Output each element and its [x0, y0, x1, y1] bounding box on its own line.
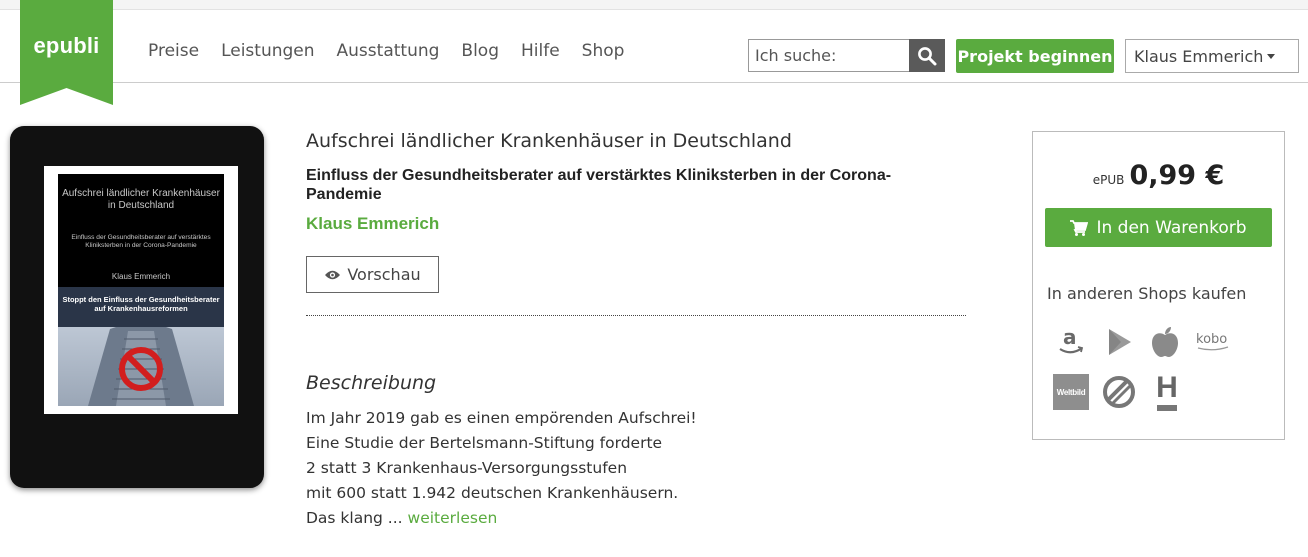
google-play-icon[interactable] — [1099, 322, 1139, 362]
description-line: Eine Studie der Bertelsmann-Stiftung for… — [306, 434, 663, 452]
format-label: ePUB — [1092, 173, 1125, 187]
kobo-icon[interactable]: kobo — [1193, 322, 1233, 362]
book-cover: Aufschrei ländlicher Krankenhäuser in De… — [58, 174, 224, 406]
apple-icon[interactable] — [1145, 322, 1185, 362]
read-more-link[interactable]: weiterlesen — [408, 509, 498, 527]
search-button[interactable] — [909, 39, 945, 72]
cover-banner: Stoppt den Einfluss der Gesundheitsberat… — [58, 287, 224, 327]
epubli-logo[interactable]: epubli — [20, 0, 113, 105]
weltbild-text: Weltbild — [1053, 374, 1089, 410]
cover-title: Aufschrei ländlicher Krankenhäuser in De… — [62, 188, 220, 211]
ereader-cover-image: Aufschrei ländlicher Krankenhäuser in De… — [10, 126, 264, 488]
add-to-cart-button[interactable]: In den Warenkorb — [1045, 208, 1272, 247]
amazon-icon[interactable]: a — [1051, 322, 1091, 362]
preview-button[interactable]: Vorschau — [306, 256, 439, 293]
chevron-down-icon — [1267, 53, 1276, 59]
nav-item-shop[interactable]: Shop — [582, 41, 625, 61]
nav-item-leistungen[interactable]: Leistungen — [221, 41, 314, 61]
price-line: ePUB 0,99 € — [1033, 160, 1284, 191]
cover-subtitle: Einfluss der Gesundheitsberater auf vers… — [71, 234, 211, 249]
product-subtitle: Einfluss der Gesundheitsberater auf vers… — [306, 167, 892, 203]
nav-item-blog[interactable]: Blog — [461, 41, 499, 61]
weltbild-icon[interactable]: Weltbild — [1051, 372, 1091, 412]
logo-text: epubli — [33, 33, 100, 58]
top-strip — [0, 0, 1308, 10]
cart-label: In den Warenkorb — [1096, 217, 1247, 238]
product-title: Aufschrei ländlicher Krankenhäuser in De… — [306, 130, 792, 152]
user-menu-dropdown[interactable]: Klaus Emmerich — [1125, 39, 1299, 73]
description-line: Das klang ... — [306, 509, 403, 527]
nav-item-hilfe[interactable]: Hilfe — [521, 41, 560, 61]
nav-item-ausstattung[interactable]: Ausstattung — [337, 41, 440, 61]
hugendubel-icon[interactable]: H — [1147, 372, 1187, 412]
cart-icon — [1070, 219, 1089, 236]
description-text: Im Jahr 2019 gab es einen empörenden Auf… — [306, 406, 697, 531]
section-divider — [306, 315, 966, 316]
description-line: Im Jahr 2019 gab es einen empörenden Auf… — [306, 409, 697, 427]
description-line: 2 statt 3 Krankenhaus-Versorgungsstufen — [306, 459, 628, 477]
description-line: mit 600 statt 1.942 deutschen Krankenhäu… — [306, 484, 679, 502]
hugendubel-text: H — [1156, 371, 1178, 404]
price-value: 0,99 € — [1129, 160, 1225, 191]
nav-item-preise[interactable]: Preise — [148, 41, 199, 61]
start-project-button[interactable]: Projekt beginnen — [956, 39, 1114, 73]
eye-icon — [325, 270, 341, 279]
search-input[interactable] — [748, 39, 909, 72]
cover-author: Klaus Emmerich — [111, 272, 171, 281]
cover-illustration: Stoppt den Einfluss der Gesundheitsberat… — [58, 287, 224, 406]
ebook-de-icon[interactable] — [1099, 372, 1139, 412]
site-header: Preise Leistungen Ausstattung Blog Hilfe… — [0, 10, 1308, 83]
other-shops-label: In anderen Shops kaufen — [1047, 284, 1247, 303]
ereader-screen: Aufschrei ländlicher Krankenhäuser in De… — [44, 166, 238, 414]
description-last-line: Das klang ... weiterlesen — [306, 506, 697, 531]
description-heading: Beschreibung — [306, 372, 437, 394]
main-nav: Preise Leistungen Ausstattung Blog Hilfe… — [137, 41, 635, 61]
buy-box: ePUB 0,99 € In den Warenkorb In anderen … — [1032, 131, 1285, 440]
author-link[interactable]: Klaus Emmerich — [306, 214, 439, 234]
preview-label: Vorschau — [347, 265, 421, 284]
kobo-text: kobo — [1196, 332, 1227, 347]
user-name: Klaus Emmerich — [1134, 46, 1264, 66]
search-bar — [748, 39, 945, 72]
search-icon — [918, 46, 937, 65]
svg-text:a: a — [1063, 326, 1077, 349]
